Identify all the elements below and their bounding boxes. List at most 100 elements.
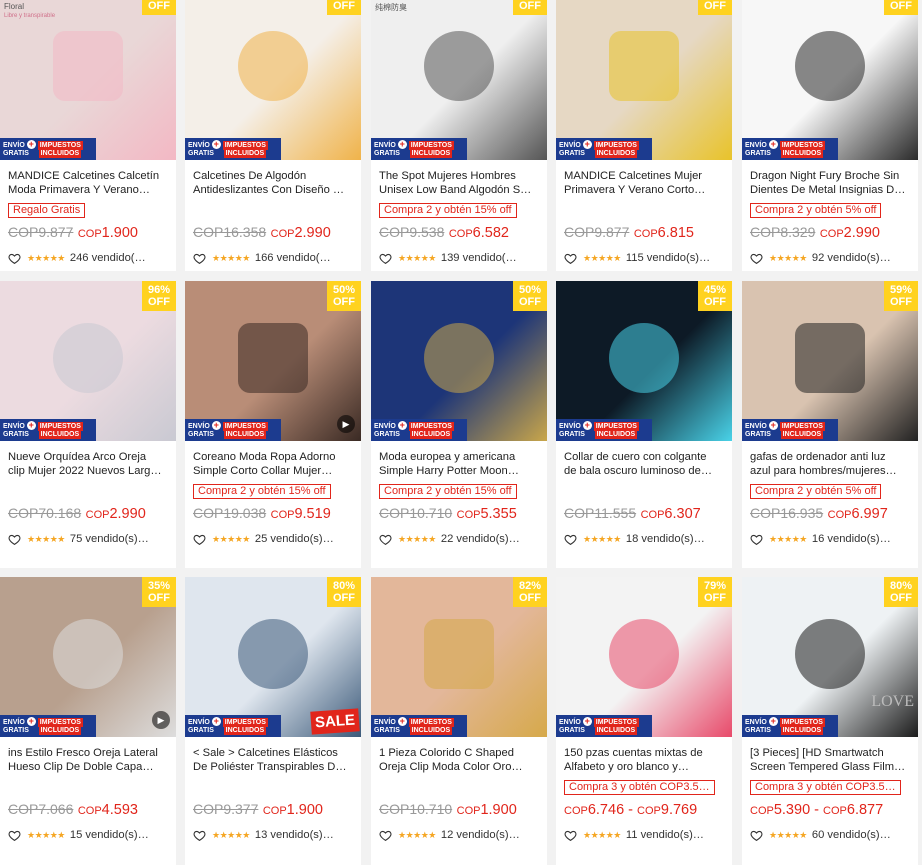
wishlist-heart-icon[interactable]: [379, 533, 392, 546]
wishlist-heart-icon[interactable]: [750, 829, 763, 842]
ship-min-purchase: MÍNIMO DE COMPRA: ***5.00: [374, 736, 464, 737]
product-title[interactable]: ins Estilo Fresco Oreja Lateral Hueso Cli…: [0, 747, 176, 774]
product-card[interactable]: 35%OFF ENVÍO+IMPUESTOSGRATIS INCLUIDOSMÍN…: [0, 577, 176, 865]
product-image[interactable]: 45%OFF ENVÍO+IMPUESTOSGRATIS INCLUIDOSMÍN…: [556, 281, 732, 441]
wishlist-heart-icon[interactable]: [750, 252, 763, 265]
product-title[interactable]: [3 Pieces] [HD Smartwatch Screen Tempered…: [742, 747, 918, 774]
product-card[interactable]: 45%OFF ENVÍO+IMPUESTOSGRATIS INCLUIDOSMÍN…: [556, 281, 732, 568]
sold-count: 22 vendido(s)…: [440, 533, 520, 545]
product-title[interactable]: The Spot Mujeres Hombres Unisex Low Band …: [371, 170, 547, 197]
wishlist-heart-icon[interactable]: [193, 829, 206, 842]
wishlist-heart-icon[interactable]: [564, 533, 577, 546]
ship-line2: GRATIS: [374, 727, 400, 734]
product-card[interactable]: 96%OFF ENVÍO+IMPUESTOSGRATIS INCLUIDOSMÍN…: [0, 281, 176, 568]
product-card[interactable]: 59%OFF ENVÍO+IMPUESTOSGRATIS INCLUIDOSMÍN…: [742, 281, 918, 568]
product-title[interactable]: < Sale > Calcetines Elásticos De Poliéste…: [185, 747, 361, 774]
wishlist-heart-icon[interactable]: [379, 829, 392, 842]
free-shipping-badge: ENVÍO+IMPUESTOSGRATIS INCLUIDOSMÍNIMO DE…: [0, 715, 96, 737]
product-title[interactable]: Moda europea y americana Simple Harry Pot…: [371, 451, 547, 478]
product-title[interactable]: MANDICE Calcetines Calcetín Moda Primaver…: [0, 170, 176, 197]
price-value: 1.900: [101, 225, 138, 241]
price-value: 2.990: [843, 225, 880, 241]
wishlist-heart-icon[interactable]: [564, 829, 577, 842]
product-title[interactable]: Collar de cuero con colgante de bala oscu…: [556, 451, 732, 478]
sold-count: 15 vendido(s)…: [69, 829, 149, 841]
product-image[interactable]: SALE 80% OFF ENVÍO + IMPUESTOS GRATIS INCLUIDO…: [185, 577, 361, 737]
product-image[interactable]: 50%OFF ENVÍO+IMPUESTOSGRATIS INCLUIDOSMÍN…: [371, 281, 547, 441]
product-card[interactable]: 50%OFF ENVÍO+IMPUESTOSGRATIS INCLUIDOSMÍN…: [371, 281, 547, 568]
product-image[interactable]: 79%OFF ENVÍO+IMPUESTOSGRATIS INCLUIDOSMÍN…: [556, 577, 732, 737]
promo-tag: Compra 2 y obtén 15% off: [379, 203, 517, 218]
product-image[interactable]: 96%OFF ENVÍO+IMPUESTOSGRATIS INCLUIDOSMÍN…: [0, 281, 176, 441]
wishlist-heart-icon[interactable]: [8, 829, 21, 842]
ship-taxes-2: INCLUIDOS: [409, 430, 453, 439]
product-image[interactable]: OFF ENVÍO+IMPUESTOSGRATIS INCLUIDOSMÍNIMO…: [742, 0, 918, 160]
rating-stars: ★★★★★: [583, 252, 621, 263]
product-card[interactable]: LOVE 80% OFF ENVÍO + IMPUESTOS GRATIS INCLUIDO…: [742, 577, 918, 865]
current-price: COP6.997: [828, 506, 888, 522]
currency-prefix: COP: [823, 805, 847, 817]
product-title[interactable]: Calcetines De Algodón Antideslizantes Con…: [185, 170, 361, 197]
wishlist-heart-icon[interactable]: [193, 252, 206, 265]
rating-stars: ★★★★★: [769, 829, 807, 840]
ship-line1: ENVÍO: [3, 423, 25, 430]
product-image[interactable]: OFF ENVÍO+IMPUESTOSGRATIS INCLUIDOSMÍNIMO…: [185, 0, 361, 160]
discount-off: OFF: [148, 592, 170, 604]
ship-min-purchase: MÍNIMO DE COMPRA: ***5.00: [3, 440, 93, 441]
product-title[interactable]: Coreano Moda Ropa Adorno Simple Corto Col…: [185, 451, 361, 478]
ship-min-purchase: MÍNIMO DE COMPRA: ***5.00: [745, 159, 835, 160]
product-title[interactable]: Nueve Orquídea Arco Oreja clip Mujer 2022…: [0, 451, 176, 478]
product-image[interactable]: 50%OFF ENVÍO+IMPUESTOSGRATIS INCLUIDOSMÍN…: [185, 281, 361, 441]
current-price: COP1.900: [457, 802, 517, 818]
ship-line1: ENVÍO: [559, 423, 581, 430]
product-card[interactable]: 79%OFF ENVÍO+IMPUESTOSGRATIS INCLUIDOSMÍN…: [556, 577, 732, 865]
product-image[interactable]: 纯棉防臭 OFF ENVÍO+IMPUESTOSGRATIS INCLUIDOSMÍ…: [371, 0, 547, 160]
product-image[interactable]: LOVE 80% OFF ENVÍO + IMPUESTOS GRATIS INCLUIDO…: [742, 577, 918, 737]
ship-taxes-2: INCLUIDOS: [409, 149, 453, 158]
plus-icon: +: [397, 420, 407, 430]
wishlist-heart-icon[interactable]: [8, 252, 21, 265]
discount-badge: OFF: [513, 0, 547, 15]
price-value: 6.746: [587, 802, 625, 818]
product-card[interactable]: SALE 80% OFF ENVÍO + IMPUESTOS GRATIS INCLUIDO…: [185, 577, 361, 865]
product-image[interactable]: 35%OFF ENVÍO+IMPUESTOSGRATIS INCLUIDOSMÍN…: [0, 577, 176, 737]
ship-taxes-2: INCLUIDOS: [38, 726, 82, 735]
product-image[interactable]: 59%OFF ENVÍO+IMPUESTOSGRATIS INCLUIDOSMÍN…: [742, 281, 918, 441]
ship-min-purchase: MÍNIMO DE COMPRA: ***5.00: [559, 440, 649, 441]
product-card[interactable]: OFF ENVÍO+IMPUESTOSGRATIS INCLUIDOSMÍNIMO…: [185, 0, 361, 271]
product-card[interactable]: 82%OFF ENVÍO+IMPUESTOSGRATIS INCLUIDOSMÍN…: [371, 577, 547, 865]
ship-min-purchase: MÍNIMO DE COMPRA: ***5.00: [559, 159, 649, 160]
discount-off: OFF: [148, 296, 170, 308]
product-title[interactable]: 150 pzas cuentas mixtas de Alfabeto y oro…: [556, 747, 732, 774]
discount-off: OFF: [890, 592, 912, 604]
product-image[interactable]: 82%OFF ENVÍO+IMPUESTOSGRATIS INCLUIDOSMÍN…: [371, 577, 547, 737]
product-card[interactable]: OFF ENVÍO+IMPUESTOSGRATIS INCLUIDOSMÍNIMO…: [742, 0, 918, 271]
product-image[interactable]: OFF ENVÍO+IMPUESTOSGRATIS INCLUIDOSMÍNIMO…: [556, 0, 732, 160]
ship-min-purchase: MÍNIMO DE COMPRA: ***5.00: [188, 736, 278, 737]
ship-line2: GRATIS: [188, 431, 214, 438]
wishlist-heart-icon[interactable]: [193, 533, 206, 546]
current-price-max: COP6.877: [823, 802, 883, 818]
wishlist-heart-icon[interactable]: [750, 533, 763, 546]
product-title-line1: gafas de ordenador anti luz: [750, 451, 886, 463]
product-card[interactable]: OFF ENVÍO+IMPUESTOSGRATIS INCLUIDOSMÍNIMO…: [556, 0, 732, 271]
product-card[interactable]: 50%OFF ENVÍO+IMPUESTOSGRATIS INCLUIDOSMÍN…: [185, 281, 361, 568]
wishlist-heart-icon[interactable]: [8, 533, 21, 546]
price-value: 5.390: [773, 802, 811, 818]
play-video-icon[interactable]: ▶: [152, 711, 170, 729]
product-image[interactable]: Floral Libre y transpirable OFF ENVÍO + IMPUE…: [0, 0, 176, 160]
wishlist-heart-icon[interactable]: [379, 252, 392, 265]
product-title-line1: ins Estilo Fresco Oreja Lateral: [8, 747, 158, 759]
product-title[interactable]: 1 Pieza Colorido C Shaped Oreja Clip Moda…: [371, 747, 547, 774]
discount-off: OFF: [333, 592, 355, 604]
product-title[interactable]: Dragon Night Fury Broche Sin Dientes De M…: [742, 170, 918, 197]
price-row: COP9.877 COP6.815: [556, 224, 732, 244]
wishlist-heart-icon[interactable]: [564, 252, 577, 265]
play-video-icon[interactable]: ▶: [337, 415, 355, 433]
product-card[interactable]: 纯棉防臭 OFF ENVÍO+IMPUESTOSGRATIS INCLUIDOSMÍ…: [371, 0, 547, 271]
product-title[interactable]: MANDICE Calcetines Mujer Primavera Y Vera…: [556, 170, 732, 197]
product-title[interactable]: gafas de ordenador anti luz azul para hom…: [742, 451, 918, 478]
price-value: 1.900: [480, 802, 517, 818]
discount-percent: 50%: [518, 284, 542, 296]
product-card[interactable]: Floral Libre y transpirable OFF ENVÍO + IMPUE…: [0, 0, 176, 271]
